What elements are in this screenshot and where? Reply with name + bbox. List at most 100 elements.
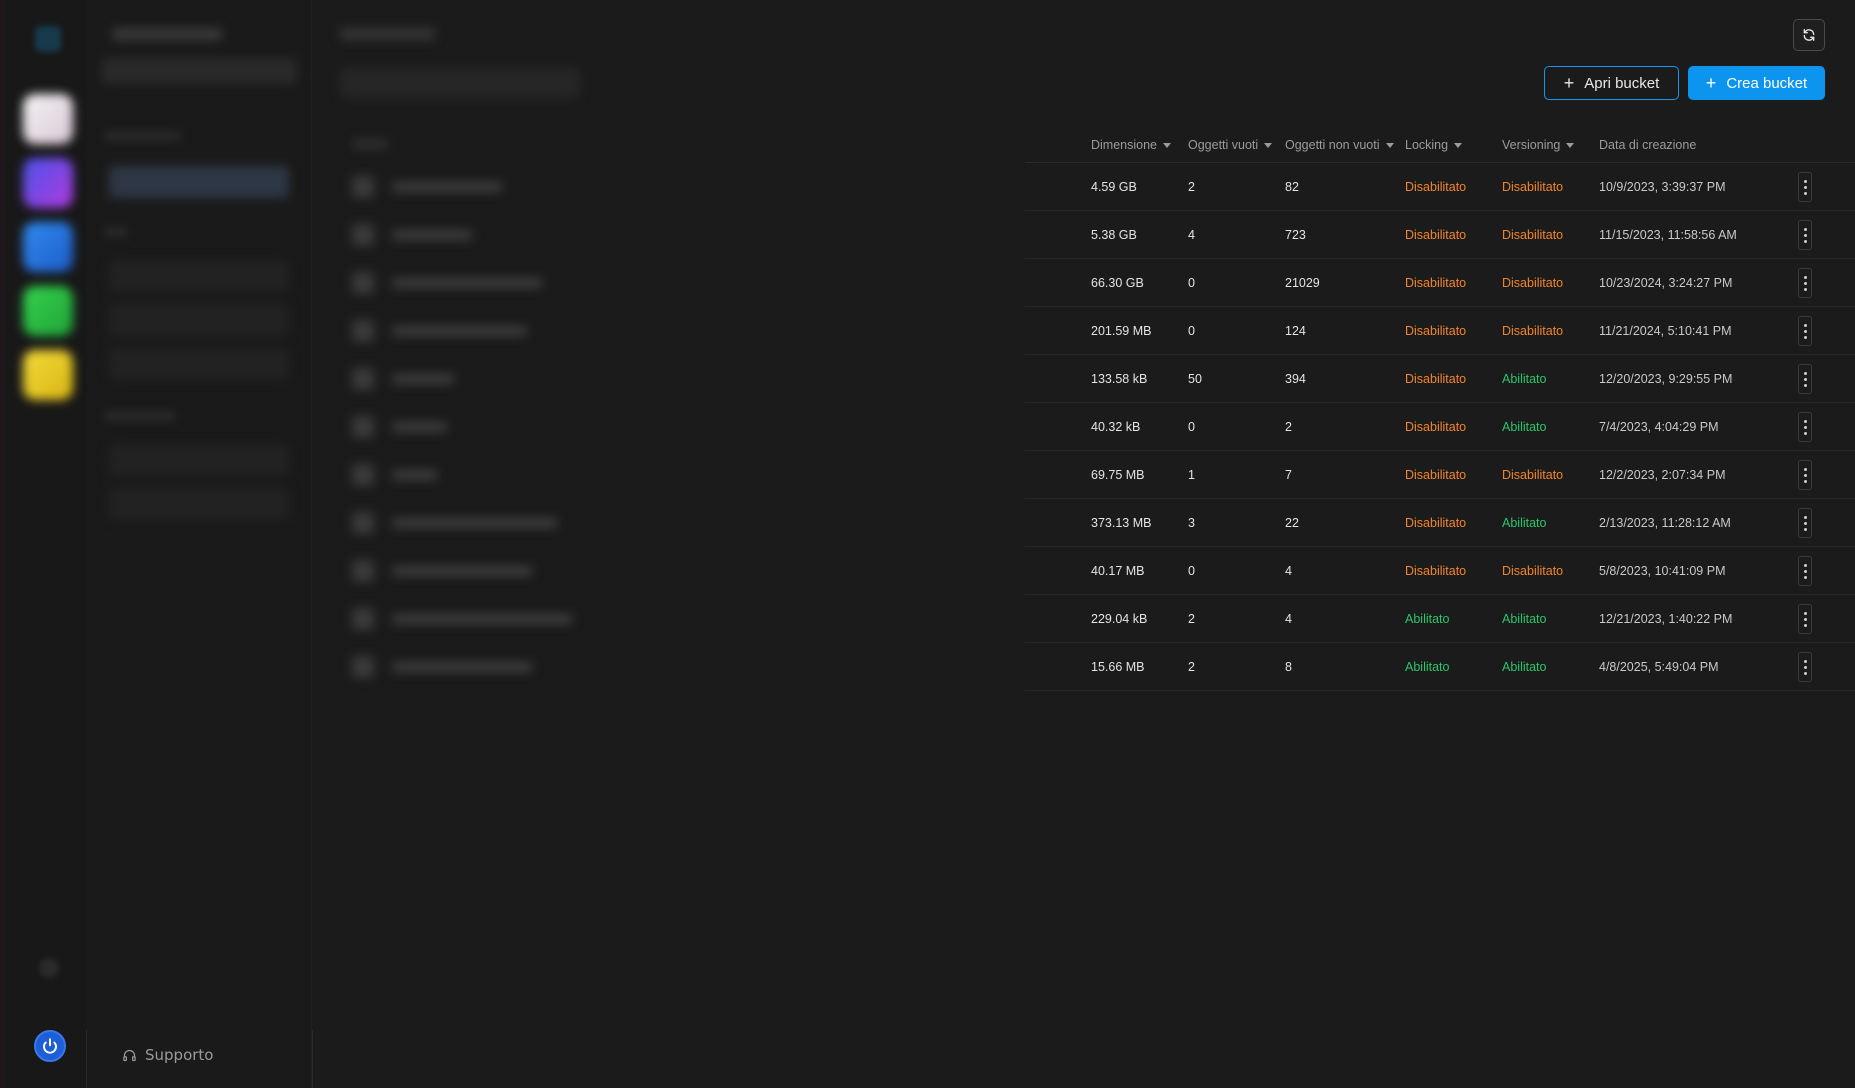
cell-empty-objects: 2 xyxy=(1188,612,1195,626)
column-header-locking[interactable]: Locking xyxy=(1405,138,1463,152)
cell-non-empty-objects: 4 xyxy=(1285,612,1292,626)
row-menu-button[interactable] xyxy=(1798,556,1812,586)
cell-size: 229.04 kB xyxy=(1091,612,1148,626)
plus-icon: + xyxy=(1705,73,1717,93)
table-row[interactable]: 373.13 MB 3 22 Disabilitato Abilitato 2/13/20… xyxy=(1025,499,1855,547)
more-vertical-icon xyxy=(1803,611,1807,615)
row-menu-button[interactable] xyxy=(1798,412,1812,442)
app-tile-icon[interactable] xyxy=(23,222,73,272)
column-label: Oggetti vuoti xyxy=(1188,138,1259,152)
power-icon xyxy=(43,1038,57,1054)
support-link[interactable]: Supporto xyxy=(122,1046,213,1064)
settings-icon[interactable] xyxy=(39,958,59,978)
sort-caret-icon xyxy=(1264,142,1273,148)
more-vertical-icon xyxy=(1803,335,1807,339)
row-menu-button[interactable] xyxy=(1798,652,1812,682)
create-bucket-button[interactable]: + Crea bucket xyxy=(1688,66,1825,100)
more-vertical-icon xyxy=(1803,563,1807,567)
more-vertical-icon xyxy=(1803,329,1807,333)
cell-versioning: Disabilitato xyxy=(1502,276,1564,290)
cell-created: 12/2/2023, 2:07:34 PM xyxy=(1599,468,1726,482)
more-vertical-icon xyxy=(1803,419,1807,423)
cell-created: 7/4/2023, 4:04:29 PM xyxy=(1599,420,1719,434)
cell-locking: Disabilitato xyxy=(1405,324,1467,338)
cell-locking: Disabilitato xyxy=(1405,420,1467,434)
more-vertical-icon xyxy=(1803,323,1807,327)
table-row[interactable]: 40.32 kB 0 2 Disabilitato Abilitato 7/4/2023,… xyxy=(1025,403,1855,451)
more-vertical-icon xyxy=(1803,287,1807,291)
column-label: Versioning xyxy=(1502,138,1561,152)
column-header-empty-objects[interactable]: Oggetti vuoti xyxy=(1188,138,1273,152)
app-tile-icon[interactable] xyxy=(23,94,73,144)
column-header-created: Data di creazione xyxy=(1599,138,1696,152)
cell-created: 11/15/2023, 11:58:56 AM xyxy=(1599,228,1737,242)
cell-empty-objects: 3 xyxy=(1188,516,1195,530)
row-menu-button[interactable] xyxy=(1798,268,1812,298)
table-row[interactable]: 4.59 GB 2 82 Disabilitato Disabilitato 10/9/2… xyxy=(1025,163,1855,211)
cell-non-empty-objects: 4 xyxy=(1285,564,1292,578)
table-header: Dimensione Oggetti vuoti Oggetti non vuo… xyxy=(1025,124,1855,163)
cell-empty-objects: 0 xyxy=(1188,564,1195,578)
more-vertical-icon xyxy=(1803,623,1807,627)
more-vertical-icon xyxy=(1803,473,1807,477)
cell-created: 4/8/2025, 5:49:04 PM xyxy=(1599,660,1719,674)
cell-empty-objects: 2 xyxy=(1188,660,1195,674)
column-label: Locking xyxy=(1405,138,1449,152)
cell-non-empty-objects: 22 xyxy=(1285,516,1299,530)
sort-caret-icon xyxy=(1454,142,1463,148)
more-vertical-icon xyxy=(1803,191,1807,195)
row-menu-button[interactable] xyxy=(1798,460,1812,490)
cell-locking: Disabilitato xyxy=(1405,564,1467,578)
row-menu-button[interactable] xyxy=(1798,604,1812,634)
cell-locking: Abilitato xyxy=(1405,612,1450,626)
cell-non-empty-objects: 2 xyxy=(1285,420,1292,434)
column-header-size[interactable]: Dimensione xyxy=(1091,138,1172,152)
cell-empty-objects: 0 xyxy=(1188,420,1195,434)
cell-locking: Disabilitato xyxy=(1405,516,1467,530)
logo-icon xyxy=(35,26,61,52)
column-header-non-empty-objects[interactable]: Oggetti non vuoti xyxy=(1285,138,1394,152)
more-vertical-icon xyxy=(1803,185,1807,189)
column-header-versioning[interactable]: Versioning xyxy=(1502,138,1575,152)
more-vertical-icon xyxy=(1803,275,1807,279)
table-row[interactable]: 133.58 kB 50 394 Disabilitato Abilitato 12/20… xyxy=(1025,355,1855,403)
table-row[interactable]: 66.30 GB 0 21029 Disabilitato Disabilitato 10… xyxy=(1025,259,1855,307)
row-menu-button[interactable] xyxy=(1798,508,1812,538)
app-tile-icon[interactable] xyxy=(23,158,73,208)
table-row[interactable]: 229.04 kB 2 4 Abilitato Abilitato 12/21/2023,… xyxy=(1025,595,1855,643)
table-row[interactable]: 5.38 GB 4 723 Disabilitato Disabilitato 11/15… xyxy=(1025,211,1855,259)
more-vertical-icon xyxy=(1803,383,1807,387)
cell-non-empty-objects: 8 xyxy=(1285,660,1292,674)
row-menu-button[interactable] xyxy=(1798,364,1812,394)
row-menu-button[interactable] xyxy=(1798,316,1812,346)
more-vertical-icon xyxy=(1803,467,1807,471)
table-row[interactable]: 40.17 MB 0 4 Disabilitato Disabilitato 5/8/20… xyxy=(1025,547,1855,595)
cell-non-empty-objects: 394 xyxy=(1285,372,1306,386)
more-vertical-icon xyxy=(1803,431,1807,435)
row-menu-button[interactable] xyxy=(1798,220,1812,250)
cell-versioning: Disabilitato xyxy=(1502,468,1564,482)
cell-size: 69.75 MB xyxy=(1091,468,1145,482)
cell-size: 373.13 MB xyxy=(1091,516,1152,530)
cell-locking: Disabilitato xyxy=(1405,228,1467,242)
app-tile-icon[interactable] xyxy=(23,350,73,400)
cell-created: 12/21/2023, 1:40:22 PM xyxy=(1599,612,1733,626)
open-bucket-button[interactable]: + Apri bucket xyxy=(1544,66,1679,100)
table-row[interactable]: 69.75 MB 1 7 Disabilitato Disabilitato 12/2/2… xyxy=(1025,451,1855,499)
cell-versioning: Abilitato xyxy=(1502,660,1547,674)
table-row[interactable]: 201.59 MB 0 124 Disabilitato Disabilitato 11/… xyxy=(1025,307,1855,355)
more-vertical-icon xyxy=(1803,479,1807,483)
more-vertical-icon xyxy=(1803,371,1807,375)
refresh-button[interactable] xyxy=(1793,19,1825,51)
table-row[interactable]: 15.66 MB 2 8 Abilitato Abilitato 4/8/2025, 5:… xyxy=(1025,643,1855,691)
column-label: Oggetti non vuoti xyxy=(1285,138,1380,152)
row-menu-button[interactable] xyxy=(1798,172,1812,202)
headset-icon xyxy=(123,1049,136,1061)
cell-empty-objects: 1 xyxy=(1188,468,1195,482)
cell-empty-objects: 2 xyxy=(1188,180,1195,194)
cell-locking: Abilitato xyxy=(1405,660,1450,674)
power-button[interactable] xyxy=(34,1030,66,1062)
cell-non-empty-objects: 124 xyxy=(1285,324,1306,338)
cell-size: 133.58 kB xyxy=(1091,372,1148,386)
app-tile-icon[interactable] xyxy=(23,286,73,336)
